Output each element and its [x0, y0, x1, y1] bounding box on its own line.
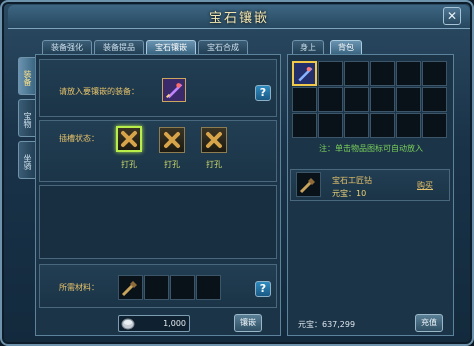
gem-slot-1[interactable] [116, 126, 142, 152]
tab-gem-inlay[interactable]: 宝石镶嵌 [146, 40, 196, 54]
weapon-icon [163, 79, 185, 101]
inventory-slot[interactable] [318, 61, 343, 86]
inventory-slot[interactable] [396, 113, 421, 138]
material-slot-4[interactable] [196, 275, 221, 300]
inventory-slot[interactable] [344, 61, 369, 86]
inventory-slot[interactable] [422, 87, 447, 112]
close-button[interactable]: ✕ [443, 7, 461, 25]
slot-state-section [39, 120, 277, 182]
inventory-slot[interactable] [344, 87, 369, 112]
inventory-slot[interactable] [292, 87, 317, 112]
tab-equip-enhance[interactable]: 装备强化 [42, 40, 92, 54]
material-item-slot[interactable] [296, 172, 321, 197]
tab-equipped[interactable]: 身上 [292, 40, 324, 54]
equip-slot[interactable] [162, 78, 186, 102]
recharge-button[interactable]: 充值 [415, 314, 443, 332]
inventory-slot[interactable] [422, 61, 447, 86]
inventory-slot[interactable] [344, 113, 369, 138]
buy-link[interactable]: 购买 [417, 180, 433, 191]
material-item-name: 宝石工匠钻 [332, 176, 372, 185]
help-icon[interactable]: ? [255, 281, 271, 297]
drill-icon [121, 281, 137, 297]
materials-label: 所需材料： [59, 283, 99, 292]
slot-3-status[interactable]: 打孔 [200, 159, 228, 170]
inventory-slot[interactable] [422, 113, 447, 138]
inventory-hint: 注：单击物品图标可自动放入 [319, 144, 423, 153]
cross-icon [164, 132, 180, 148]
gem-slot-2[interactable] [159, 127, 185, 153]
inlay-button[interactable]: 镶嵌 [234, 314, 262, 332]
tab-gem-synthesis[interactable]: 宝石合成 [198, 40, 248, 54]
inventory-slot[interactable] [396, 61, 421, 86]
side-tab-equip[interactable]: 装备 [18, 57, 35, 95]
inventory-slot[interactable] [370, 87, 395, 112]
silver-coin-icon [120, 316, 136, 331]
slot-1-status[interactable]: 打孔 [115, 159, 143, 170]
inventory-slot[interactable] [396, 87, 421, 112]
cross-icon [121, 131, 137, 147]
help-icon[interactable]: ? [255, 85, 271, 101]
tab-equip-upgrade[interactable]: 装备提品 [94, 40, 144, 54]
material-slot-1[interactable] [118, 275, 143, 300]
material-item-price: 元宝：10 [332, 189, 367, 198]
gem-inlay-window: 宝石镶嵌 ✕ 装备强化 装备提品 宝石镶嵌 宝石合成 装备 宝物 坐骑 请放入要… [0, 0, 474, 346]
inventory-slot[interactable] [292, 61, 317, 86]
inventory-slot[interactable] [318, 87, 343, 112]
inventory-slot[interactable] [318, 113, 343, 138]
inventory-slot[interactable] [370, 61, 395, 86]
inventory-slot[interactable] [370, 113, 395, 138]
cross-icon [206, 132, 222, 148]
material-slot-3[interactable] [170, 275, 195, 300]
gem-slot-3[interactable] [201, 127, 227, 153]
tab-backpack[interactable]: 背包 [330, 40, 362, 54]
cost-amount: 1,000 [163, 319, 186, 328]
weapon-icon [294, 63, 315, 84]
window-title: 宝石镶嵌 [208, 11, 269, 26]
yuanbao-balance: 元宝：637,299 [298, 320, 356, 329]
side-tab-treasure[interactable]: 宝物 [18, 99, 35, 137]
drill-icon [299, 178, 315, 194]
equip-slot-label: 请放入要镶嵌的装备： [59, 87, 139, 96]
material-slot-2[interactable] [144, 275, 169, 300]
slot-state-label: 插槽状态： [59, 134, 99, 143]
inventory-grid [291, 61, 451, 139]
gem-info-area [39, 185, 277, 259]
slot-2-status[interactable]: 打孔 [158, 159, 186, 170]
side-tab-mount[interactable]: 坐骑 [18, 141, 35, 179]
inventory-slot[interactable] [292, 113, 317, 138]
